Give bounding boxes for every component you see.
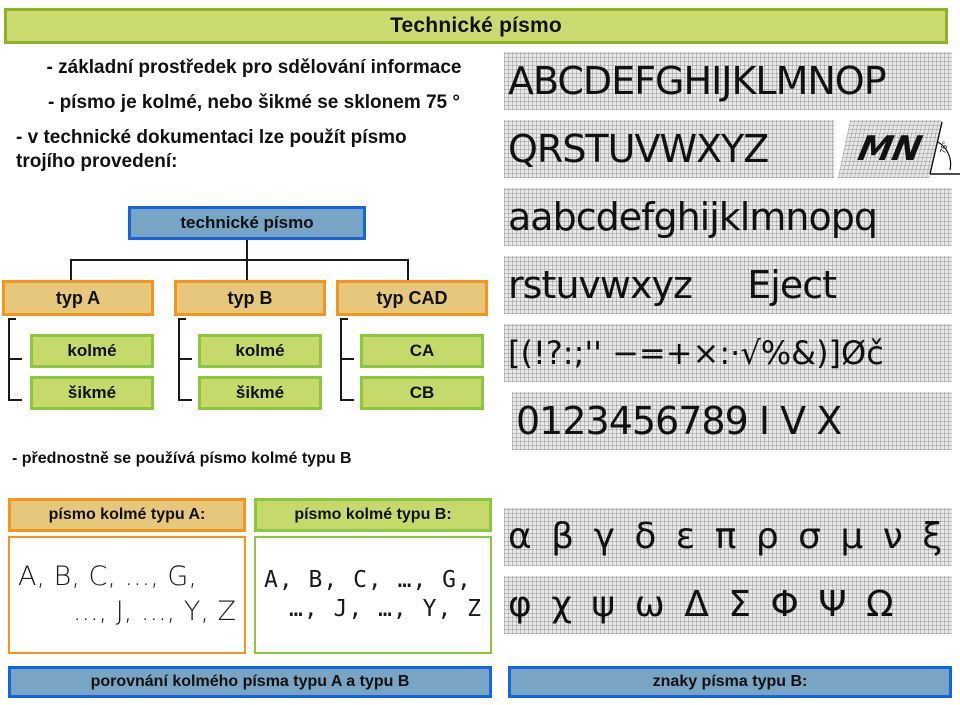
sample-a-line-2: ..., J, ..., Y, Z <box>72 596 236 627</box>
bracket-b-bottom <box>178 399 192 401</box>
bullet-item-3: - v technické dokumentaci lze použít pís… <box>16 127 407 172</box>
specimen-text-1: ABCDEFGHIJKLMNOP <box>508 59 887 103</box>
connector-branch-3 <box>407 259 409 281</box>
sample-box-type-b: A, B, C, …, G, …, J, …, Y, Z <box>254 536 492 654</box>
specimen-slanted-text: MN <box>854 129 926 169</box>
sample-header-type-a: písmo kolmé typu A: <box>8 498 246 532</box>
bracket-cad-tick <box>340 358 354 360</box>
connector-branch-1 <box>70 259 72 281</box>
tree-leaf-label-a2: šikmé <box>67 383 117 402</box>
specimen-text-6: 0123456789 I V X <box>516 399 842 443</box>
slant-angle-diagram: 75° <box>929 121 960 175</box>
sample-header-type-b: písmo kolmé typu B: <box>254 498 492 532</box>
caption-typeb-label: znaky písma typu B: <box>652 673 808 690</box>
specimen-text-4: rstuvwxyz Eject <box>508 263 837 307</box>
tree-leaf-label-b2: šikmé <box>235 383 285 402</box>
bullet-item-1: - základní prostředek pro sdělování info… <box>46 57 462 78</box>
caption-comparison-label: porovnání kolmého písma typu A a typu B <box>90 673 410 690</box>
connector-root-stem <box>246 240 248 260</box>
bracket-cad-top <box>340 318 348 320</box>
specimen-text-8: φ χ ψ ω Δ Σ Φ Ψ Ω <box>508 584 898 625</box>
sample-b-line-1: A, B, C, …, G, <box>264 566 472 593</box>
bracket-a-tick <box>8 358 22 360</box>
tree-leaf-a-sikme: šikmé <box>30 376 154 410</box>
tree-type-label-b: typ B <box>227 287 273 308</box>
specimen-row-greek-upper: φ χ ψ ω Δ Σ Φ Ψ Ω <box>504 576 952 634</box>
caption-typeb-characters: znaky písma typu B: <box>508 666 952 698</box>
sample-b-line-2: …, J, …, Y, Z <box>288 596 482 622</box>
tree-type-label-a: typ A <box>55 287 101 308</box>
bracket-b-tick <box>178 358 192 360</box>
tree-type-node-cad: typ CAD <box>336 280 488 316</box>
bracket-cad-bottom <box>340 399 354 401</box>
tree-leaf-label-b1: kolmé <box>235 341 285 360</box>
sample-box-type-a: A, B, C, ..., G, ..., J, ..., Y, Z <box>8 536 246 654</box>
specimen-text-2: QRSTUVWXYZ <box>508 127 769 171</box>
specimen-row-symbols: [(!?:;'' −=+×:·√%&)]Øč <box>504 324 952 382</box>
tree-leaf-label-a1: kolmé <box>67 341 117 360</box>
tree-type-node-b: typ B <box>174 280 326 316</box>
preference-note: - přednostně se používá písmo kolmé typu… <box>12 450 352 467</box>
sample-a-line-1: A, B, C, ..., G, <box>18 561 197 593</box>
bracket-b-top <box>178 318 186 320</box>
specimen-row-lowercase-1: aabcdefghijklmnopq <box>504 188 952 246</box>
specimen-row-numerals: 0123456789 I V X <box>512 392 952 450</box>
tree-type-node-a: typ A <box>2 280 154 316</box>
bullet-item-2: - písmo je kolmé, nebo šikmé se sklonem … <box>47 92 461 114</box>
specimen-text-7: α β γ δ ε π ρ σ μ ν ξ <box>508 516 947 557</box>
connector-branch-2 <box>246 259 248 281</box>
tree-leaf-label-c2: CB <box>409 383 435 402</box>
tree-root-label: technické písmo <box>180 213 314 232</box>
tree-leaf-b-sikme: šikmé <box>198 376 322 410</box>
specimen-row-uppercase-1: ABCDEFGHIJKLMNOP <box>504 52 952 110</box>
specimen-row-greek-lower: α β γ δ ε π ρ σ μ ν ξ <box>504 508 952 566</box>
tree-leaf-label-c1: CA <box>409 341 435 360</box>
bullet-list: - základní prostředek pro sdělování info… <box>8 56 500 185</box>
specimen-text-3: aabcdefghijklmnopq <box>508 195 878 239</box>
tree-leaf-a-kolme: kolmé <box>30 334 154 368</box>
bracket-a-bottom <box>8 399 22 401</box>
bracket-a-top <box>8 318 16 320</box>
caption-comparison: porovnání kolmého písma typu A a typu B <box>8 666 492 698</box>
specimen-slanted-sample: MN <box>837 120 943 178</box>
specimen-text-5: [(!?:;'' −=+×:·√%&)]Øč <box>508 334 884 372</box>
connector-horizontal-bus <box>70 259 408 261</box>
page-title: Technické písmo <box>390 14 562 37</box>
slide-root: Technické písmo - základní prostředek pr… <box>0 0 960 705</box>
slide-title-bar: Technické písmo <box>4 8 948 44</box>
tree-leaf-cad-cb: CB <box>360 376 484 410</box>
sample-header-label-a: písmo kolmé typu A: <box>48 506 206 523</box>
tree-leaf-b-kolme: kolmé <box>198 334 322 368</box>
sample-header-label-b: písmo kolmé typu B: <box>294 506 452 523</box>
specimen-row-uppercase-2: QRSTUVWXYZ <box>504 120 834 178</box>
tree-root-node: technické písmo <box>128 206 366 240</box>
tree-type-label-cad: typ CAD <box>376 287 448 308</box>
type-hierarchy-diagram: technické písmo typ A kolmé šikmé typ B <box>0 190 500 430</box>
specimen-row-lowercase-2: rstuvwxyz Eject <box>504 256 952 314</box>
tree-leaf-cad-ca: CA <box>360 334 484 368</box>
